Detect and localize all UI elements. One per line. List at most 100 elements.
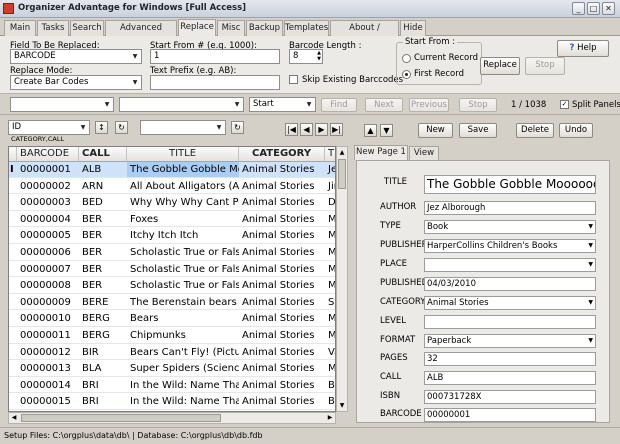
filter-refresh-icon[interactable]: ↻ [231,121,244,134]
place-select[interactable]: ▼ [424,258,596,272]
title-cell[interactable]: The Gobble Gobble Mo [127,162,239,177]
th-cell[interactable]: Ma [325,311,335,326]
title-cell[interactable]: Foxes [127,212,239,227]
level-field[interactable] [424,315,596,329]
column-header-title[interactable]: TITLE [127,147,239,162]
last-record-icon[interactable]: ▶| [330,123,343,136]
tab-about-upgrade[interactable]: About / Upgrade [330,20,399,47]
title-field[interactable]: The Gobble Gobble Moooooo T [424,175,596,194]
scroll-left-icon[interactable]: ◀ [9,413,19,423]
tab-advanced-search[interactable]: Advanced Search [105,20,177,47]
category-cell[interactable]: Animal Stories [239,212,325,227]
next-button[interactable]: Next [365,98,403,112]
th-cell[interactable]: Jez [325,162,335,177]
next-record-icon[interactable]: ▶ [315,123,328,136]
tab-backup[interactable]: Backup [246,20,283,36]
barcode-cell[interactable]: 00000012 [17,345,79,360]
th-cell[interactable]: Me [325,212,335,227]
barcode-cell[interactable]: 00000014 [17,378,79,393]
table-row[interactable]: 00000011BERGChipmunksAnimal StoriesMa [9,328,335,344]
call-cell[interactable]: BER [79,228,127,243]
prev-record-icon[interactable]: ◀ [300,123,313,136]
publisher-select[interactable]: HarperCollins Children's Books ▼ [424,239,596,253]
search-start-select[interactable]: Start ▼ [249,97,316,112]
tab-templates[interactable]: Templates [284,20,329,36]
th-cell[interactable]: Ma [325,361,335,376]
split-panels-checkbox[interactable]: ✓ [560,100,569,109]
th-cell[interactable]: Mel [325,228,335,243]
title-cell[interactable]: All About Alligators (Al [127,179,239,194]
find-button[interactable]: Find [321,98,357,112]
replace-mode-select[interactable]: Create Bar Codes ▼ [10,75,142,90]
call-cell[interactable]: BIR [79,345,127,360]
tab-hide[interactable]: Hide [400,20,426,36]
category-cell[interactable]: Animal Stories [239,345,325,360]
barcode-cell[interactable]: 00000004 [17,212,79,227]
call-cell[interactable]: BER [79,212,127,227]
undo-button[interactable]: Undo [559,123,593,138]
search-operator-select[interactable]: ▼ [119,97,244,112]
grid-horizontal-scrollbar[interactable]: ◀ ▶ [8,412,336,424]
th-cell[interactable]: De [325,195,335,210]
category-cell[interactable]: Animal Stories [239,162,325,177]
title-cell[interactable]: Super Spiders (Science [127,361,239,376]
call-cell[interactable]: BRI [79,394,127,409]
replace-button[interactable]: Replace [480,57,520,75]
previous-button[interactable]: Previous [409,98,449,112]
category-cell[interactable]: Animal Stories [239,394,325,409]
call-cell[interactable]: BER [79,262,127,277]
call-field[interactable]: ALB [424,371,596,385]
call-cell[interactable]: BERE [79,295,127,310]
call-cell[interactable]: BRI [79,378,127,393]
category-cell[interactable]: Animal Stories [239,295,325,310]
move-down-icon[interactable]: ▼ [380,124,393,137]
call-cell[interactable]: BLA [79,361,127,376]
title-cell[interactable]: Itchy Itch Itch [127,228,239,243]
text-prefix-input[interactable] [150,75,280,90]
column-header-category[interactable]: CATEGORY [239,147,325,162]
barcode-cell[interactable]: 00000010 [17,311,79,326]
scroll-thumb[interactable] [338,159,346,189]
pages-field[interactable]: 32 [424,352,596,366]
table-row[interactable]: 00000014 BRI In the Wild: Name That Animal … [9,378,335,394]
first-record-icon[interactable]: |◀ [285,123,298,136]
grid-vertical-scrollbar[interactable]: ▲ ▼ [336,146,348,412]
search-stop-button[interactable]: Stop [459,98,497,112]
column-header-th[interactable]: TH [325,147,335,162]
tab-main[interactable]: Main [4,20,36,36]
detail-tab-new-page-1[interactable]: New Page 1 [354,145,408,160]
table-row[interactable]: 00000005 BER Itchy Itch Itch Animal Stories… [9,228,335,244]
author-field[interactable]: Jez Alborough [424,201,596,215]
start-from-number-input[interactable]: 1 [150,49,280,64]
title-cell[interactable]: Chipmunks [127,328,239,343]
barcode-cell[interactable]: 00000013 [17,361,79,376]
table-row[interactable]: 00000006 BER Scholastic True or False Anima… [9,245,335,261]
th-cell[interactable]: Brin [325,394,335,409]
published-field[interactable]: 04/03/2010 [424,277,596,291]
close-button[interactable]: ✕ [602,2,615,15]
table-row[interactable]: 00000002 ARN All About Alligators (Al Anima… [9,179,335,195]
th-cell[interactable]: Jim [325,179,335,194]
barcode-cell[interactable]: 00000001 [17,162,79,177]
category-cell[interactable]: Animal Stories [239,361,325,376]
category-cell[interactable]: Animal Stories [239,195,325,210]
th-cell[interactable]: Ma [325,328,335,343]
category-cell[interactable]: Animal Stories [239,228,325,243]
barcode-cell[interactable]: 00000005 [17,228,79,243]
title-cell[interactable]: Scholastic True or False [127,278,239,293]
category-cell[interactable]: Animal Stories [239,179,325,194]
first-record-radio[interactable] [402,70,411,79]
title-cell[interactable]: The Berenstain bears b [127,295,239,310]
new-record-button[interactable]: New [418,123,453,138]
call-cell[interactable]: BED [79,195,127,210]
table-row[interactable]: 00000009 BERE The Berenstain bears b Animal… [9,295,335,311]
category-cell[interactable]: Animal Stories [239,311,325,326]
h-scroll-thumb[interactable] [21,414,221,422]
barcode-cell[interactable]: 00000006 [17,245,79,260]
minimize-button[interactable]: _ [572,2,585,15]
type-select[interactable]: Book ▼ [424,220,596,234]
table-row[interactable]: 00000013 BLA Super Spiders (Science Animal … [9,361,335,377]
th-cell[interactable]: Val [325,345,335,360]
table-row[interactable]: 00000007 BER Scholastic True or False Anima… [9,262,335,278]
format-select[interactable]: Paperback ▼ [424,334,596,348]
